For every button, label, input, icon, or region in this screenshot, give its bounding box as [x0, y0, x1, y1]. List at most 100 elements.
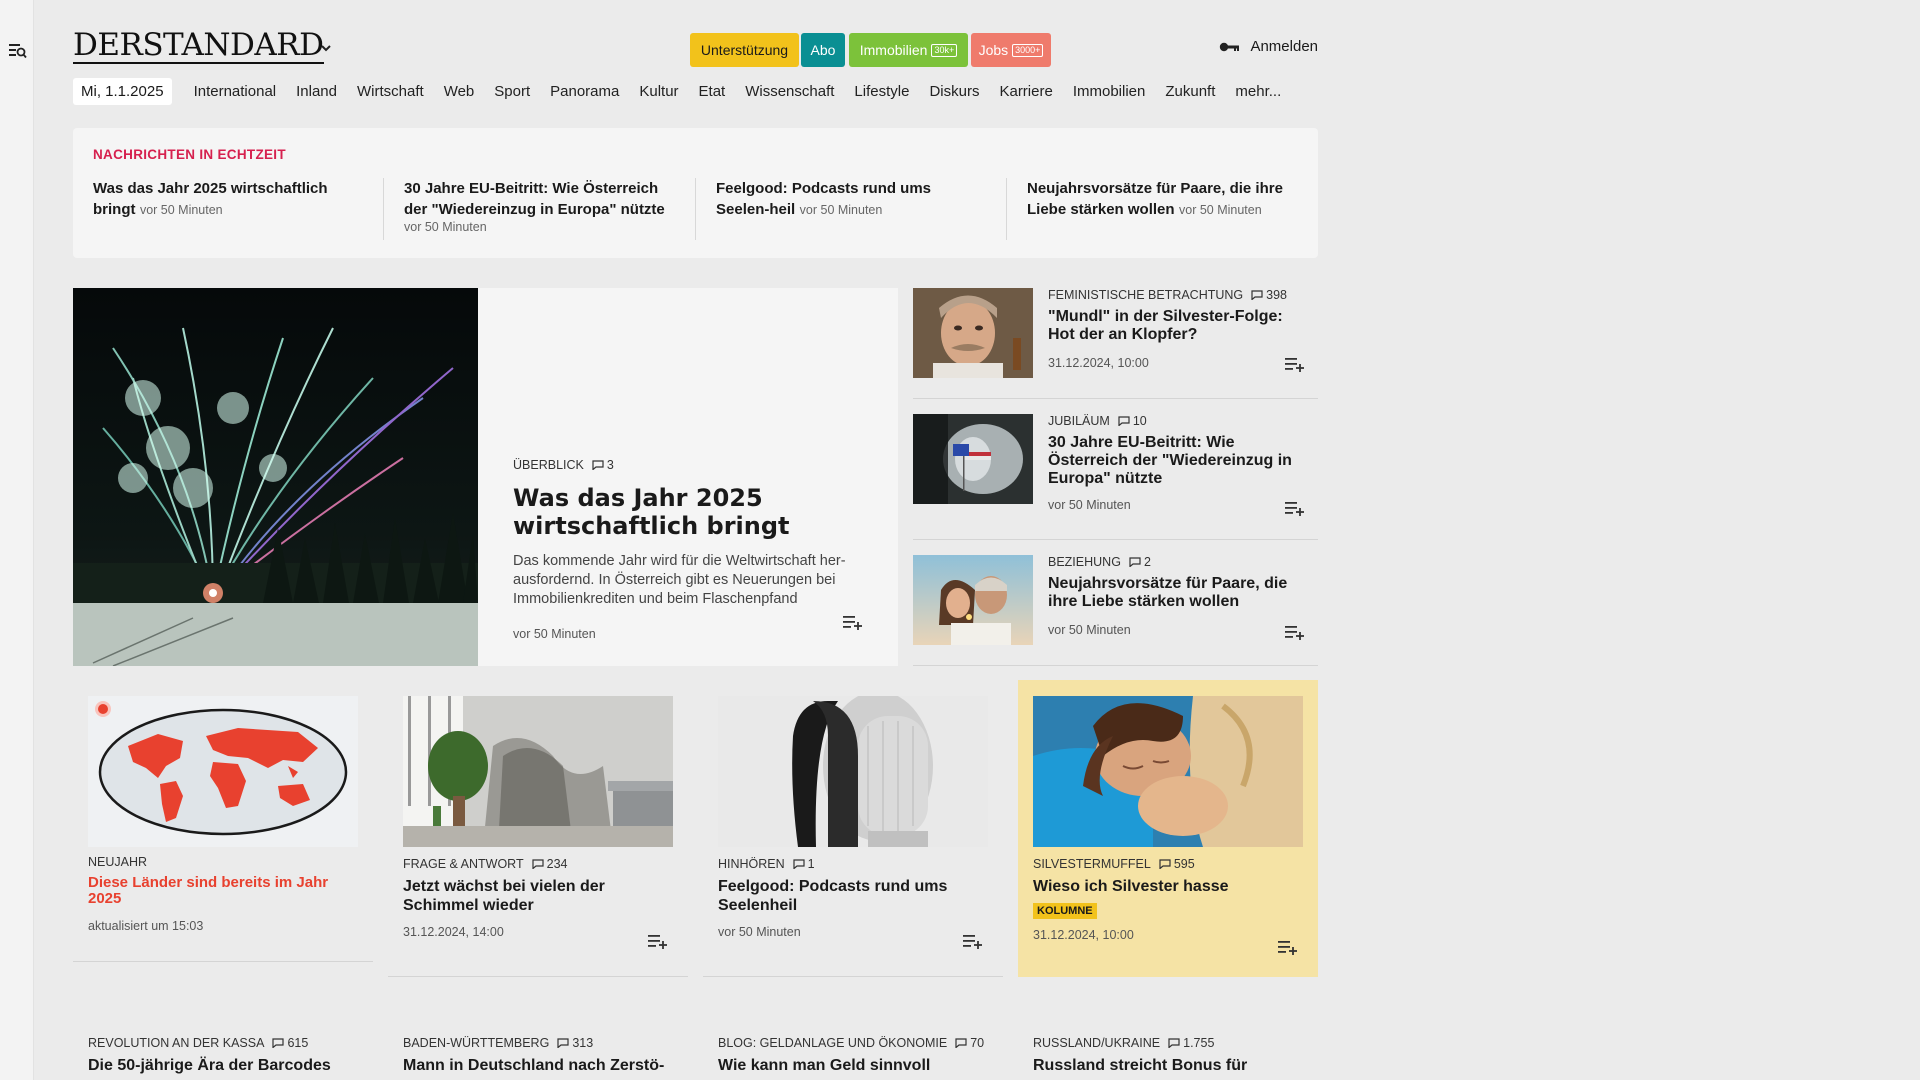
nav-item-web[interactable]: Web — [444, 83, 475, 100]
comment-count[interactable]: 70 — [955, 1036, 984, 1050]
kicker-label[interactable]: FEMINISTISCHE BETRACHTUNG — [1048, 288, 1243, 302]
grid-article-time: aktualisiert um 15:03 — [88, 919, 204, 933]
nav-item-immobilien[interactable]: Immobilien — [1073, 83, 1146, 100]
side-article-title[interactable]: Neujahrsvorsätze für Paare, die ihre Lie… — [1048, 575, 1313, 611]
side-article-image[interactable] — [913, 288, 1033, 378]
kicker-label[interactable]: JUBILÄUM — [1048, 414, 1110, 428]
immobilien-button[interactable]: Immobilien 30k+ — [849, 33, 968, 67]
jobs-button[interactable]: Jobs 3000+ — [971, 33, 1051, 67]
comment-count-value: 70 — [970, 1036, 985, 1050]
comment-count[interactable]: 3 — [592, 458, 614, 472]
kicker-label[interactable]: HINHÖREN — [718, 857, 785, 871]
add-to-list-icon[interactable] — [1285, 500, 1305, 516]
column-badge: KOLUMNE — [1033, 903, 1097, 919]
hero-time: vor 50 Minuten — [513, 627, 596, 641]
kicker-label[interactable]: NEUJAHR — [88, 855, 147, 869]
grid-article-time: 31.12.2024, 14:00 — [403, 925, 504, 939]
ticker-item-time: vor 50 Minuten — [799, 203, 883, 217]
nav-item-panorama[interactable]: Panorama — [550, 83, 619, 100]
kicker-label[interactable]: ÜBERBLICK — [513, 458, 584, 472]
comment-count[interactable]: 2 — [1129, 555, 1151, 569]
world-map-image[interactable] — [88, 696, 358, 847]
grid-article-image[interactable] — [718, 696, 988, 847]
grid-article-image[interactable] — [1033, 696, 1303, 847]
abo-label: Abo — [810, 42, 836, 58]
nav-item-etat[interactable]: Etat — [699, 83, 726, 100]
kicker-label[interactable]: SILVESTERMUFFEL — [1033, 857, 1151, 871]
add-to-list-icon[interactable] — [843, 614, 863, 630]
nav-item-zukunft[interactable]: Zukunft — [1165, 83, 1215, 100]
grid-article-title[interactable]: Russland streicht Bonus für — [1033, 1056, 1308, 1075]
grid-article-image[interactable] — [403, 696, 673, 847]
kicker-label[interactable]: RUSSLAND/UKRAINE — [1033, 1036, 1160, 1050]
grid-article-kicker: SILVESTERMUFFEL 595 — [1033, 857, 1308, 871]
site-logo[interactable]: DERSTANDARD — [73, 28, 324, 64]
ticker-item[interactable]: Feelgood: Podcasts rund ums Seelen-heil … — [716, 178, 981, 220]
comment-count[interactable]: 1 — [793, 857, 815, 871]
comment-icon — [592, 460, 604, 470]
comment-count[interactable]: 234 — [532, 857, 567, 871]
grid-article-title[interactable]: Wieso ich Silvester hasse — [1033, 877, 1308, 896]
chevron-down-icon[interactable] — [320, 43, 332, 53]
kicker-label[interactable]: BEZIEHUNG — [1048, 555, 1121, 569]
menu-search-icon[interactable] — [9, 43, 27, 59]
add-to-list-icon[interactable] — [1278, 939, 1298, 955]
grid-article-title[interactable]: Mann in Deutschland nach Zerstö- — [403, 1056, 678, 1075]
kicker-label[interactable]: REVOLUTION AN DER KASSA — [88, 1036, 264, 1050]
ticker-divider — [1006, 178, 1007, 240]
ticker-item-time: vor 50 Minuten — [139, 203, 223, 217]
grid-article: NEUJAHR Diese Länder sind bereits im Jah… — [73, 680, 373, 962]
nav-item-lifestyle[interactable]: Lifestyle — [854, 83, 909, 100]
add-to-list-icon[interactable] — [963, 933, 983, 949]
comment-icon — [272, 1038, 285, 1048]
kicker-label[interactable]: BLOG: GELDANLAGE UND ÖKONOMIE — [718, 1036, 947, 1050]
side-article-time: 31.12.2024, 10:00 — [1048, 356, 1149, 370]
grid-article-title[interactable]: Feelgood: Podcasts rund ums Seelenheil — [718, 877, 993, 915]
key-icon — [1220, 42, 1240, 51]
grid-article-title[interactable]: Die 50-jährige Ära der Barcodes — [88, 1056, 363, 1075]
nav-item-wissenschaft[interactable]: Wissenschaft — [745, 83, 834, 100]
grid-article-kicker: FRAGE & ANTWORT 234 — [403, 857, 678, 871]
comment-count[interactable]: 398 — [1251, 288, 1287, 302]
side-article-image[interactable] — [913, 414, 1033, 504]
hero-content: ÜBERBLICK 3 Was das Jahr 2025 wirtschaft… — [513, 458, 873, 641]
side-article-title[interactable]: 30 Jahre EU-Beitritt: Wie Österreich der… — [1048, 434, 1313, 488]
nav-item-karriere[interactable]: Karriere — [999, 83, 1052, 100]
side-article-title[interactable]: "Mundl" in der Silvester-Folge: Hot der … — [1048, 308, 1313, 344]
nav-item-inland[interactable]: Inland — [296, 83, 337, 100]
ticker-item[interactable]: Was das Jahr 2025 wirtschaftlich bringt … — [93, 178, 358, 220]
grid-article-title[interactable]: Jetzt wächst bei vielen der Schimmel wie… — [403, 877, 678, 915]
abo-button[interactable]: Abo — [801, 33, 845, 67]
comment-icon — [532, 859, 544, 869]
comment-count[interactable]: 615 — [272, 1036, 308, 1050]
comment-count[interactable]: 595 — [1159, 857, 1195, 871]
grid-article-title[interactable]: Diese Länder sind bereits im Jahr 2025 — [88, 875, 363, 907]
hero-title[interactable]: Was das Jahr 2025 wirtschaftlich bringt — [513, 484, 873, 540]
login-button[interactable]: Anmelden — [1219, 38, 1318, 55]
ticker-item[interactable]: 30 Jahre EU-Beitritt: Wie Österreich der… — [404, 178, 669, 234]
grid-article-content: NEUJAHR Diese Länder sind bereits im Jah… — [88, 855, 363, 933]
grid-article-title[interactable]: Wie kann man Geld sinnvoll — [718, 1056, 993, 1075]
add-to-list-icon[interactable] — [648, 933, 668, 949]
comment-count[interactable]: 1.755 — [1168, 1036, 1214, 1050]
comment-count[interactable]: 10 — [1118, 414, 1147, 428]
add-to-list-icon[interactable] — [1285, 356, 1305, 372]
nav-item-more[interactable]: mehr... — [1235, 83, 1281, 100]
ticker-item-title: 30 Jahre EU-Beitritt: Wie Österreich der… — [404, 180, 665, 218]
nav-item-international[interactable]: International — [194, 83, 277, 100]
nav-item-sport[interactable]: Sport — [494, 83, 530, 100]
ticker-item[interactable]: Neujahrsvorsätze für Paare, die ihre Lie… — [1027, 178, 1292, 220]
side-article-image[interactable] — [913, 555, 1033, 645]
add-to-list-icon[interactable] — [1285, 624, 1305, 640]
comment-count-value: 3 — [606, 458, 614, 472]
kicker-label[interactable]: FRAGE & ANTWORT — [403, 857, 524, 871]
comment-icon — [1129, 557, 1141, 567]
nav-item-wirtschaft[interactable]: Wirtschaft — [357, 83, 424, 100]
grid-article-kicker: REVOLUTION AN DER KASSA 615 — [88, 1036, 363, 1050]
nav-item-kultur[interactable]: Kultur — [639, 83, 678, 100]
nav-item-diskurs[interactable]: Diskurs — [929, 83, 979, 100]
kicker-label[interactable]: BADEN-WÜRTTEMBERG — [403, 1036, 549, 1050]
hero-image-fireworks[interactable] — [73, 288, 478, 666]
support-button[interactable]: Unterstützung — [690, 33, 799, 67]
comment-count[interactable]: 313 — [557, 1036, 593, 1050]
